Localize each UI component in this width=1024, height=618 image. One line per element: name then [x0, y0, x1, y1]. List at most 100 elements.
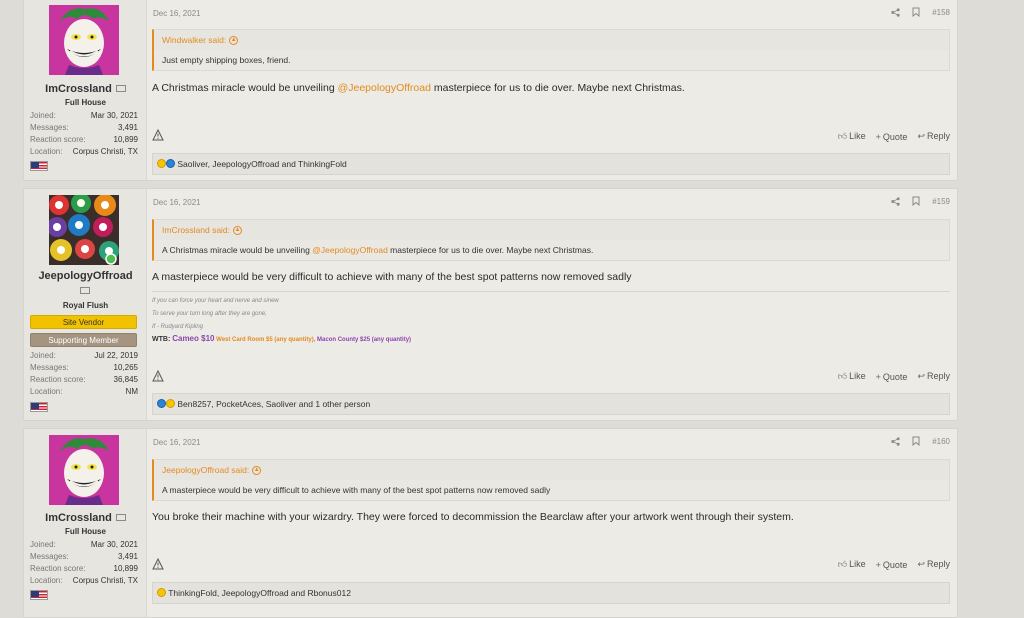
user-panel: ImCrossland Full House Joined: Mar 30, 20… [24, 429, 147, 617]
location-value[interactable]: Corpus Christi, TX [73, 146, 138, 158]
wtb-west: West Card Room $5 (any quantity), [214, 337, 318, 343]
post-159: JeepologyOffroad Royal Flush Site Vendor… [23, 188, 958, 421]
bookmark-icon[interactable] [912, 436, 920, 446]
bookmark-icon[interactable] [912, 7, 920, 17]
user-panel: ImCrossland Full House Joined: Mar 30, 20… [24, 0, 147, 180]
quote-button[interactable]: + Quote [876, 132, 908, 142]
like-button[interactable]: 👍︎ Like [838, 559, 866, 570]
reactions-list[interactable]: Saoliver, JeepologyOffroad and ThinkingF… [177, 159, 346, 169]
joined-value: Jul 22, 2019 [94, 351, 138, 360]
signature-line: If - Rudyard Kipling [152, 324, 204, 330]
reply-button[interactable]: ↩ Reply [917, 131, 950, 142]
joined-label: Joined: [30, 111, 56, 120]
quote-text: Just empty shipping boxes, friend. [154, 50, 949, 70]
quote-header[interactable]: Windwalker said: ▲ [154, 30, 949, 50]
quote-text: A masterpiece would be very difficult to… [154, 480, 949, 500]
quote-arrow-up-icon[interactable]: ▲ [233, 226, 243, 236]
plus-icon: + [875, 559, 881, 570]
laugh-reaction-icon [166, 399, 175, 409]
user-title: Royal Flush [62, 301, 109, 310]
post-158: ImCrossland Full House Joined: Mar 30, 20… [23, 0, 958, 181]
report-warning-icon[interactable] [152, 558, 164, 570]
reaction-label: Reaction score: [30, 135, 86, 144]
location-value[interactable]: Corpus Christi, TX [73, 575, 138, 587]
joined-value: Mar 30, 2021 [90, 111, 138, 120]
post-content: Dec 16, 2021 #158 Windwalker said: ▲ Just… [152, 0, 950, 180]
post-number[interactable]: #159 [932, 197, 950, 206]
reaction-value: 36,845 [113, 375, 138, 384]
us-flag-icon [30, 161, 48, 171]
reply-button[interactable]: ↩ Reply [917, 559, 950, 570]
share-icon[interactable] [891, 436, 900, 446]
laugh-reaction-icon [157, 159, 166, 169]
username[interactable]: ImCrossland [24, 83, 147, 95]
mention-link[interactable]: @JeepologyOffroad [312, 245, 388, 255]
bookmark-icon[interactable] [912, 196, 920, 206]
quote-button[interactable]: + Quote [876, 372, 908, 382]
share-icon[interactable] [891, 196, 900, 206]
us-flag-icon [30, 590, 48, 600]
like-button[interactable]: 👍︎ Like [838, 131, 866, 142]
quote-arrow-up-icon[interactable]: ▲ [252, 466, 262, 476]
signature-line: If you can force your heart and nerve an… [152, 298, 279, 304]
reactions-bar[interactable]: Saoliver, JeepologyOffroad and ThinkingF… [152, 153, 950, 175]
messages-value: 10,265 [113, 363, 138, 372]
joined-label: Joined: [30, 351, 56, 360]
quote-block: Windwalker said: ▲ Just empty shipping bo… [152, 29, 950, 71]
reactions-bar[interactable]: ThinkingFold, JeepologyOffroad and Rbonu… [152, 582, 950, 604]
laugh-reaction-icon [157, 588, 166, 598]
quote-header[interactable]: JeepologyOffroad said: ▲ [154, 460, 949, 480]
joker-avatar-image [49, 5, 119, 75]
user-avatar[interactable] [49, 195, 119, 265]
messages-value: 3,491 [117, 552, 138, 561]
message-envelope-icon[interactable] [115, 513, 126, 521]
post-date[interactable]: Dec 16, 2021 [153, 9, 201, 18]
quote-author[interactable]: Windwalker said: [162, 35, 226, 45]
like-button[interactable]: 👍︎ Like [838, 371, 866, 382]
reactions-bar[interactable]: Ben8257, PocketAces, Saoliver and 1 othe… [152, 393, 950, 415]
site-vendor-badge: Site Vendor [30, 315, 137, 329]
poker-chips-avatar-image [49, 195, 119, 265]
messages-label: Messages: [30, 363, 69, 372]
post-message: A masterpiece would be very difficult to… [152, 271, 632, 283]
reactions-list[interactable]: ThinkingFold, JeepologyOffroad and Rbonu… [168, 588, 351, 598]
quote-block: JeepologyOffroad said: ▲ A masterpiece wo… [152, 459, 950, 501]
post-message: A Christmas miracle would be unveiling @… [152, 82, 685, 94]
messages-label: Messages: [30, 552, 69, 561]
post-number[interactable]: #160 [932, 437, 950, 446]
quote-author[interactable]: ImCrossland said: [162, 225, 230, 235]
post-date[interactable]: Dec 16, 2021 [153, 198, 201, 207]
user-stats: Joined: Mar 30, 2021 Messages: 3,491 React… [30, 110, 138, 158]
mention-link[interactable]: @JeepologyOffroad [338, 82, 431, 94]
user-title: Full House [65, 527, 106, 536]
report-warning-icon[interactable] [152, 129, 164, 141]
username[interactable]: ImCrossland [24, 512, 147, 524]
reply-button[interactable]: ↩ Reply [917, 371, 950, 382]
reaction-value: 10,899 [113, 564, 138, 573]
user-avatar[interactable] [49, 435, 119, 505]
quote-author[interactable]: JeepologyOffroad said: [162, 465, 249, 475]
reactions-list[interactable]: Ben8257, PocketAces, Saoliver and 1 othe… [177, 399, 370, 409]
quote-header[interactable]: ImCrossland said: ▲ [154, 220, 949, 240]
location-value[interactable]: NM [126, 386, 138, 398]
message-envelope-icon[interactable] [115, 84, 126, 92]
messages-value: 3,491 [117, 123, 138, 132]
username[interactable]: JeepologyOffroad [24, 270, 147, 282]
wtb-label: WTB: [152, 336, 173, 343]
plus-icon: + [875, 131, 881, 142]
report-warning-icon[interactable] [152, 370, 164, 382]
quote-arrow-up-icon[interactable]: ▲ [229, 36, 239, 46]
post-number[interactable]: #158 [932, 8, 950, 17]
quote-button[interactable]: + Quote [876, 560, 908, 570]
thread-page: ImCrossland Full House Joined: Mar 30, 20… [0, 0, 1024, 618]
user-title: Full House [65, 98, 106, 107]
user-avatar[interactable] [49, 5, 119, 75]
thumbs-up-icon: 👍︎ [837, 131, 848, 141]
post-date[interactable]: Dec 16, 2021 [153, 438, 201, 447]
share-icon[interactable] [891, 7, 900, 17]
plus-icon: + [875, 371, 881, 382]
post-content: Dec 16, 2021 #160 JeepologyOffroad said:… [152, 429, 950, 617]
post-160: ImCrossland Full House Joined: Mar 30, 20… [23, 428, 958, 618]
user-stats: Joined: Mar 30, 2021 Messages: 3,491 React… [30, 539, 138, 587]
message-envelope-icon[interactable] [80, 287, 90, 294]
